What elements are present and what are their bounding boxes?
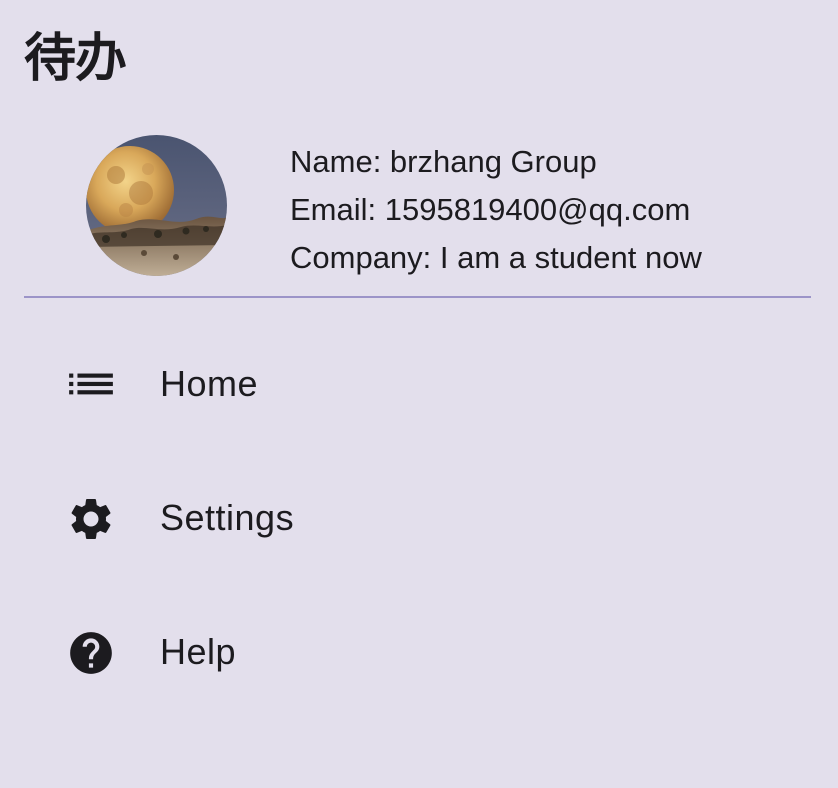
menu-item-settings[interactable]: Settings [0, 450, 838, 584]
navigation-drawer: 待办 Name: brzhang Group Email: 1595819400… [0, 0, 838, 788]
avatar[interactable] [86, 135, 227, 276]
profile-info: Name: brzhang Group Email: 1595819400@qq… [290, 138, 702, 282]
profile-name: Name: brzhang Group [290, 144, 597, 179]
menu-item-label: Help [160, 631, 237, 672]
profile-email: Email: 1595819400@qq.com [290, 192, 691, 227]
drawer-title: 待办 [24, 29, 127, 89]
menu-item-label: Settings [160, 497, 295, 538]
moon-photo-avatar [86, 135, 227, 276]
menu-item-label: Home [160, 363, 259, 404]
divider [24, 296, 811, 298]
list-icon [66, 360, 116, 410]
help-icon [66, 628, 116, 678]
menu-item-help[interactable]: Help [0, 584, 838, 718]
profile-company: Company: I am a student now [290, 240, 702, 275]
drawer-menu: Home Settings Help [0, 316, 838, 718]
profile-header: Name: brzhang Group Email: 1595819400@qq… [0, 130, 838, 280]
gear-icon [66, 494, 116, 544]
menu-item-home[interactable]: Home [0, 316, 838, 450]
